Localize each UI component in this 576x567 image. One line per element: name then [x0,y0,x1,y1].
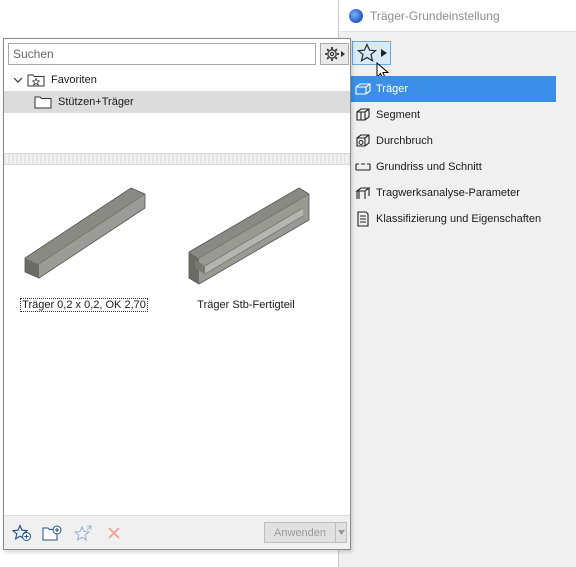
settings-item-beam[interactable]: Träger [350,76,556,102]
star-add-icon[interactable] [12,524,32,542]
settings-item-segment[interactable]: Segment [350,102,556,128]
options-gear-button[interactable] [320,43,349,65]
structural-analysis-icon [355,185,371,201]
delete-x-icon[interactable] [104,524,124,542]
settings-item-floorplan-section[interactable]: Grundriss und Schnitt [350,154,556,180]
pane-splitter[interactable] [4,153,350,165]
hole-icon [355,133,371,149]
settings-titlebar: Träger-Grundeinstellung [339,0,576,32]
settings-item-label: Tragwerksanalyse-Parameter [376,187,520,199]
segment-icon [355,107,371,123]
settings-item-classification[interactable]: Klassifizierung und Eigenschaften [350,206,556,232]
folder-add-icon[interactable] [42,524,62,542]
gear-icon [324,47,345,61]
beam-settings-window: Träger-Grundeinstellung Träger Segment D… [338,0,576,567]
star-redefine-icon[interactable] [74,524,94,542]
search-row [8,43,349,65]
tree-item-favorites[interactable]: Favoriten [4,69,350,91]
tree-item-columns-beams[interactable]: Stützen+Träger [4,91,350,113]
settings-item-label: Träger [376,83,408,95]
favorites-toolbar: Anwenden [4,515,350,549]
beam-icon [355,81,371,97]
precast-beam-thumbnail [176,175,316,293]
favorite-item-caption: Träger Stb-Fertigteil [197,299,295,311]
settings-item-label: Klassifizierung und Eigenschaften [376,213,542,225]
star-icon [357,43,377,63]
folder-icon [34,95,52,109]
floorplan-section-icon [355,159,371,175]
apply-dropdown-button[interactable] [336,522,347,543]
favorite-item-beam-box[interactable]: Träger 0,2 x 0,2, OK 2,70 [14,175,154,312]
favorites-panel: Favoriten Stützen+Träger Träger 0,2 x 0,… [3,38,351,550]
settings-item-label: Grundriss und Schnitt [376,161,482,173]
settings-item-label: Segment [376,109,421,121]
search-input[interactable] [8,43,316,65]
settings-item-hole[interactable]: Durchbruch [350,128,556,154]
chevron-down-icon [337,530,345,535]
settings-item-structural-analysis[interactable]: Tragwerksanalyse-Parameter [350,180,556,206]
tree-item-label: Favoriten [51,74,97,86]
archicad-app-icon [349,8,363,23]
favorite-item-caption: Träger 0,2 x 0,2, OK 2,70 [20,298,148,312]
tree-item-label: Stützen+Träger [58,96,134,108]
settings-item-label: Durchbruch [376,135,433,147]
apply-button[interactable]: Anwenden [264,522,336,543]
favorites-folder-icon [27,73,45,87]
favorites-items-area: Träger 0,2 x 0,2, OK 2,70 Träger Stb-Fer… [4,167,350,513]
favorite-item-precast-beam[interactable]: Träger Stb-Fertigteil [176,175,316,311]
beam-box-thumbnail [14,175,154,293]
caret-right-icon [381,49,387,57]
favorites-tree: Favoriten Stützen+Träger [4,69,350,113]
settings-window-title: Träger-Grundeinstellung [370,8,500,23]
chevron-down-icon[interactable] [12,76,24,84]
settings-panel-list: Träger Segment Durchbruch Grundriss und … [350,76,556,232]
classification-icon [355,211,371,227]
